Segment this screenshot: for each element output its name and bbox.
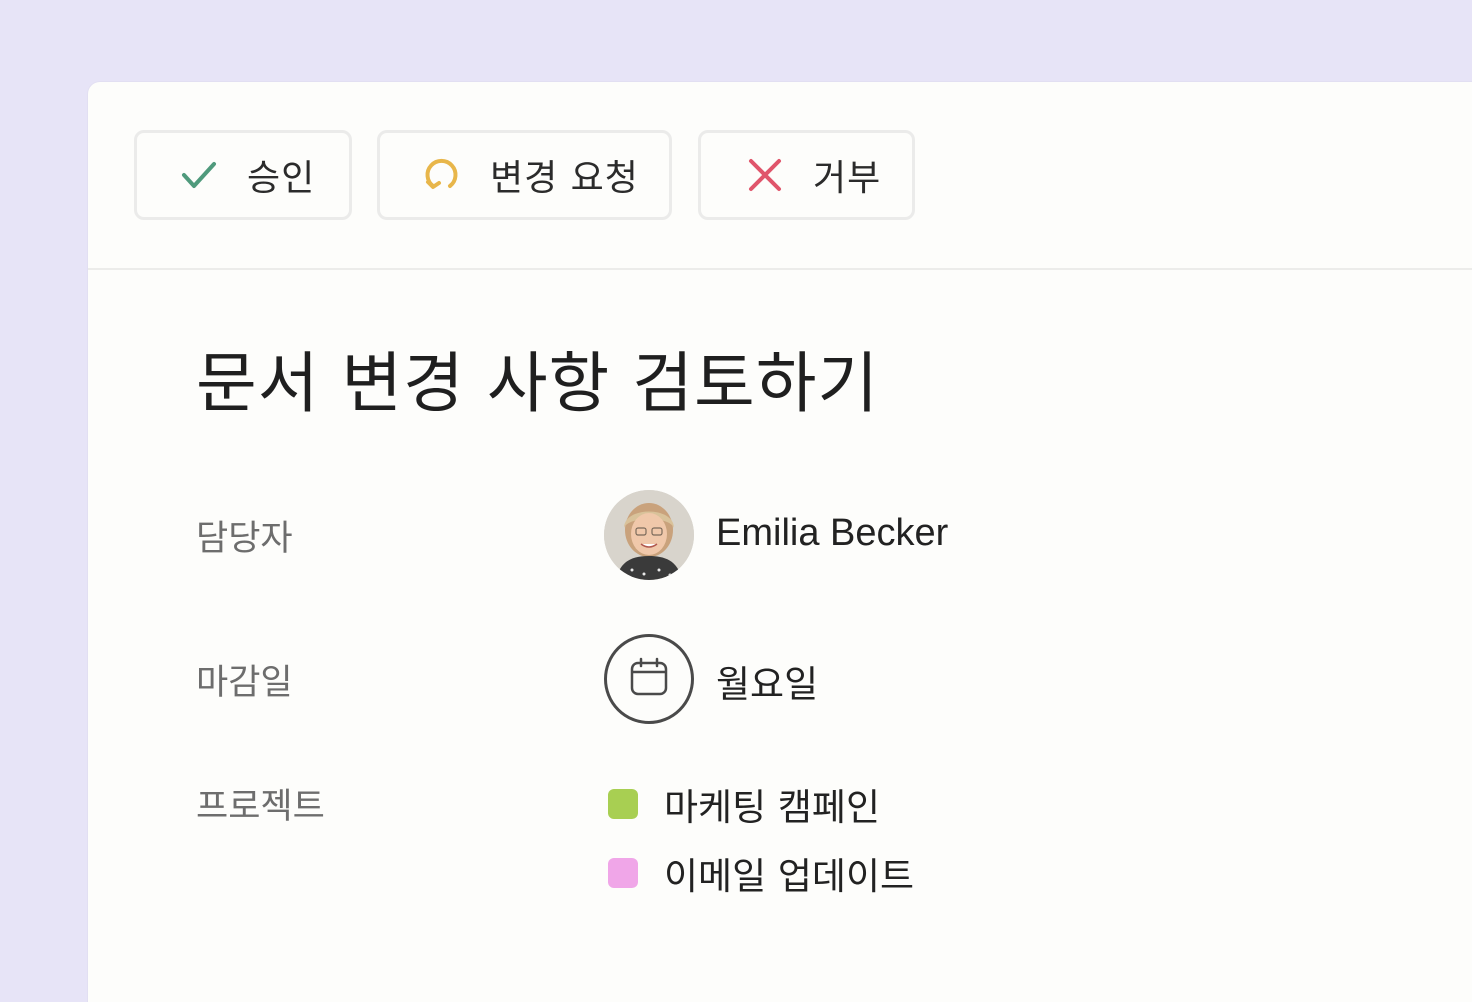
- reject-button[interactable]: 거부: [698, 130, 915, 220]
- reject-label: 거부: [813, 158, 882, 199]
- approve-button[interactable]: 승인: [134, 130, 352, 220]
- project-item[interactable]: 마케팅 캠페인: [608, 777, 880, 831]
- avatar[interactable]: [604, 490, 694, 580]
- approve-label: 승인: [247, 158, 316, 199]
- project-item[interactable]: 이메일 업데이트: [608, 846, 914, 900]
- assignee-label: 담당자: [196, 519, 293, 559]
- x-icon: [745, 155, 785, 195]
- due-date-value[interactable]: 월요일: [716, 654, 818, 708]
- project-color-swatch: [608, 789, 638, 819]
- check-icon: [179, 155, 219, 195]
- project-label: 프로젝트: [196, 787, 325, 827]
- calendar-icon: [627, 655, 671, 703]
- request-changes-label: 변경 요청: [490, 158, 639, 199]
- due-date-picker[interactable]: [604, 634, 694, 724]
- project-color-swatch: [608, 858, 638, 888]
- due-date-label: 마감일: [196, 663, 293, 703]
- task-title: 문서 변경 사항 검토하기: [196, 345, 880, 422]
- request-changes-button[interactable]: 변경 요청: [377, 130, 672, 220]
- project-name: 이메일 업데이트: [664, 855, 915, 898]
- task-card: 승인 변경 요청 거부 문서 변경 사항 검토하기 담당자 Emilia Bec…: [88, 82, 1472, 1002]
- refresh-icon: [422, 155, 462, 195]
- project-name: 마케팅 캠페인: [664, 786, 881, 829]
- approval-toolbar: 승인 변경 요청 거부: [88, 82, 1472, 270]
- assignee-name[interactable]: Emilia Becker: [716, 512, 948, 555]
